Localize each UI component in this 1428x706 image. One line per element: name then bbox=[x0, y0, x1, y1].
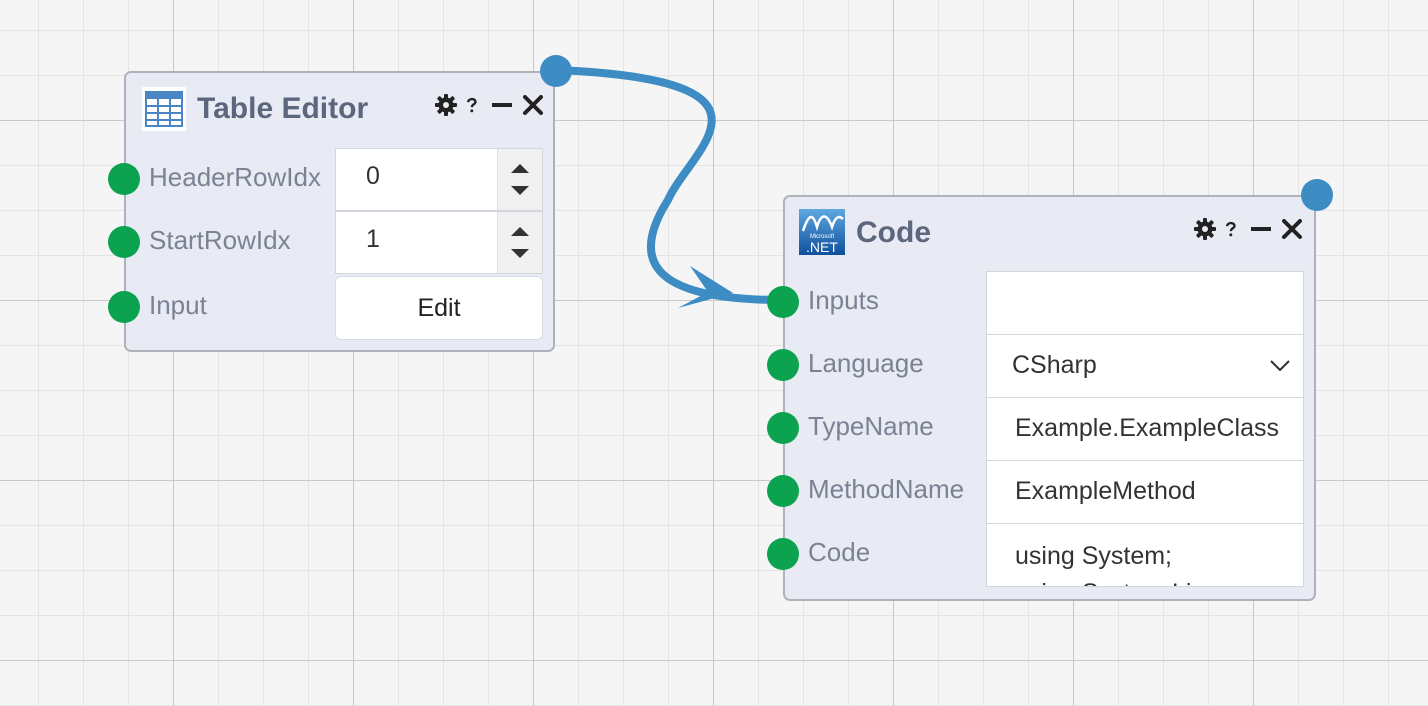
table-editor-node[interactable]: Table Editor HeaderRowIdx 0 StartRowIdx … bbox=[108, 71, 555, 352]
node-title: Table Editor bbox=[197, 92, 369, 125]
port-label: Input bbox=[149, 290, 207, 320]
increment-arrow-icon[interactable] bbox=[509, 224, 531, 238]
input-port[interactable] bbox=[108, 163, 140, 195]
dotnet-icon: Microsoft .NET bbox=[799, 209, 845, 255]
decrement-arrow-icon[interactable] bbox=[509, 184, 531, 198]
chevron-down-icon[interactable] bbox=[1269, 359, 1291, 373]
port-label: MethodName bbox=[808, 474, 965, 504]
decrement-arrow-icon[interactable] bbox=[509, 247, 531, 261]
gear-icon[interactable] bbox=[435, 94, 457, 116]
table-editor-output-port[interactable] bbox=[540, 55, 572, 87]
port-label: Language bbox=[808, 348, 924, 378]
port-row-code: Code using System; using System.Li bbox=[767, 523, 1314, 587]
help-icon[interactable] bbox=[1225, 218, 1241, 240]
port-label: StartRowIdx bbox=[149, 225, 291, 255]
code-line-2: using System.Li bbox=[1015, 579, 1191, 586]
port-row-startrowidx: StartRowIdx 1 bbox=[108, 211, 553, 274]
methodname-field[interactable]: ExampleMethod bbox=[986, 460, 1304, 524]
input-port[interactable] bbox=[767, 412, 799, 444]
input-port[interactable] bbox=[767, 286, 799, 318]
node-title: Code bbox=[856, 216, 931, 249]
node-header[interactable]: Table Editor bbox=[126, 73, 553, 143]
number-value: 1 bbox=[366, 225, 380, 253]
port-label: HeaderRowIdx bbox=[149, 162, 321, 192]
input-port[interactable] bbox=[767, 475, 799, 507]
port-row-input: Input Edit bbox=[108, 276, 553, 340]
language-select[interactable]: CSharp bbox=[986, 334, 1304, 398]
port-row-headerrowidx: HeaderRowIdx 0 bbox=[108, 148, 553, 211]
port-row-typename: TypeName Example.ExampleClass bbox=[767, 397, 1314, 461]
inputs-field[interactable] bbox=[986, 271, 1304, 335]
field-value: Example.ExampleClass bbox=[1015, 414, 1279, 442]
help-icon[interactable] bbox=[466, 94, 482, 116]
port-label: Code bbox=[808, 537, 871, 567]
port-row-methodname: MethodName ExampleMethod bbox=[767, 460, 1314, 524]
input-port[interactable] bbox=[767, 538, 799, 570]
typename-field[interactable]: Example.ExampleClass bbox=[986, 397, 1304, 461]
headerrowidx-number-input[interactable]: 0 bbox=[335, 148, 543, 211]
close-icon[interactable] bbox=[1281, 218, 1303, 240]
dotnet-icon-text: .NET bbox=[806, 239, 838, 255]
spinner[interactable] bbox=[497, 212, 542, 273]
number-value: 0 bbox=[366, 162, 380, 190]
spinner[interactable] bbox=[497, 149, 542, 210]
code-line-1: using System; bbox=[1015, 542, 1173, 570]
input-port[interactable] bbox=[108, 226, 140, 258]
minimize-icon[interactable] bbox=[491, 94, 513, 116]
code-output-port[interactable] bbox=[1301, 179, 1333, 211]
input-port[interactable] bbox=[108, 291, 140, 323]
field-value: ExampleMethod bbox=[1015, 477, 1196, 505]
startrowidx-number-input[interactable]: 1 bbox=[335, 211, 543, 274]
edit-button[interactable]: Edit bbox=[335, 276, 543, 340]
code-textarea[interactable]: using System; using System.Li bbox=[986, 523, 1304, 587]
port-label: TypeName bbox=[808, 411, 934, 441]
code-node[interactable]: Microsoft .NET Code Inputs Language CSha… bbox=[767, 195, 1316, 601]
minimize-icon[interactable] bbox=[1250, 218, 1272, 240]
close-icon[interactable] bbox=[522, 94, 544, 116]
table-icon bbox=[142, 87, 186, 131]
node-header[interactable]: Microsoft .NET Code bbox=[785, 197, 1314, 267]
gear-icon[interactable] bbox=[1194, 218, 1216, 240]
port-label: Inputs bbox=[808, 285, 879, 315]
port-row-language: Language CSharp bbox=[767, 334, 1314, 398]
select-value: CSharp bbox=[1012, 351, 1097, 379]
port-row-inputs: Inputs bbox=[767, 271, 1314, 335]
increment-arrow-icon[interactable] bbox=[509, 161, 531, 175]
input-port[interactable] bbox=[767, 349, 799, 381]
